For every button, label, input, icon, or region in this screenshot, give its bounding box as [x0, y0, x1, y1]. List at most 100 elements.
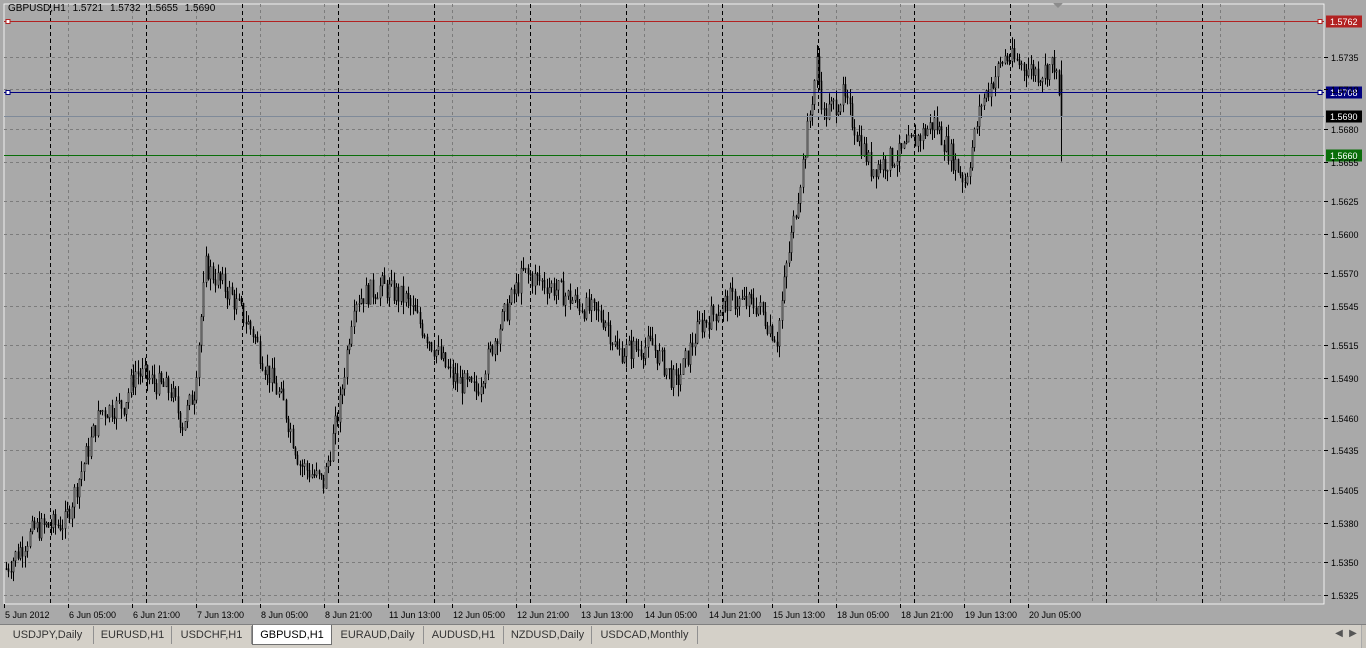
candle-body [1013, 48, 1016, 60]
candle-body [936, 117, 939, 131]
symbol-info: GBPUSD,H1 1.5721 1.5732 1.5655 1.5690 [8, 3, 219, 14]
candle-body [104, 410, 107, 417]
candle-body [303, 463, 306, 467]
candle-body [1048, 64, 1051, 80]
candle-body [501, 311, 504, 330]
candle-body [299, 463, 302, 466]
candle-body [151, 374, 154, 379]
time-tick-label: 8 Jun 21:00 [325, 610, 372, 620]
candle-body [705, 320, 708, 324]
candle-body [273, 367, 276, 384]
tab-euraud-daily[interactable]: EURAUD,Daily [332, 626, 424, 644]
resistance-line-handle-right[interactable] [1317, 19, 1323, 24]
candle-body [38, 521, 41, 539]
candle-body [130, 374, 133, 394]
candle-body [358, 303, 361, 305]
pivot-line-handle-right[interactable] [1317, 90, 1323, 95]
candle-body [170, 392, 173, 398]
tab-gbpusd-h1[interactable]: GBPUSD,H1 [252, 625, 332, 645]
candle-body [741, 298, 744, 300]
candle-body [480, 386, 483, 395]
candle-body [531, 274, 534, 287]
scroll-left-icon[interactable]: ◀ [1332, 628, 1346, 639]
candle-body [719, 312, 722, 316]
candle-body [355, 303, 358, 312]
candle-body [672, 369, 675, 388]
candle-body [1016, 58, 1019, 61]
candle-body [372, 279, 375, 298]
time-tick-label: 6 Jun 21:00 [133, 610, 180, 620]
candle-body [482, 383, 485, 388]
candle-body [177, 396, 180, 414]
candle-body [583, 311, 586, 319]
candle-body [548, 287, 551, 294]
candle-body [66, 509, 69, 512]
tab-usdchf-h1[interactable]: USDCHF,H1 [172, 626, 252, 644]
candle-body [278, 391, 281, 395]
candle-body [614, 341, 617, 346]
candle-body [510, 289, 513, 304]
candle-body [24, 550, 27, 557]
resistance-line-handle-left[interactable] [5, 19, 11, 24]
candle-body [181, 427, 184, 431]
candle-body [50, 527, 53, 529]
candle-body [762, 302, 765, 313]
candle-body [320, 473, 323, 476]
price-tick-label: 1.5680 [1331, 125, 1359, 135]
candle-body [999, 62, 1002, 64]
candle-body [694, 342, 697, 348]
candle-body [332, 433, 335, 462]
candle-body [240, 299, 243, 304]
time-tick-label: 12 Jun 21:00 [517, 610, 569, 620]
candle-body [628, 340, 631, 345]
candle-body [188, 394, 191, 406]
tab-eurusd-h1[interactable]: EURUSD,H1 [94, 626, 172, 644]
tab-usdcad-monthly[interactable]: USDCAD,Monthly [592, 626, 698, 644]
candle-body [348, 343, 351, 351]
price-tick-label: 1.5490 [1331, 374, 1359, 384]
candle-body [647, 335, 650, 348]
price-tick-label: 1.5600 [1331, 230, 1359, 240]
candle-body [715, 314, 718, 322]
candle-body [108, 405, 111, 418]
candle-body [397, 286, 400, 302]
candle-body [513, 289, 516, 295]
candle-body [437, 346, 440, 351]
candle-body [289, 428, 292, 433]
price-tick-label: 1.5625 [1331, 197, 1359, 207]
candle-body [959, 171, 962, 176]
candle-body [684, 350, 687, 360]
candle-body [379, 285, 382, 299]
candle-body [245, 322, 248, 325]
candle-body [428, 342, 431, 344]
candle-body [804, 156, 807, 160]
candle-body [489, 345, 492, 350]
scroll-right-icon[interactable]: ▶ [1346, 628, 1360, 639]
candle-body [365, 284, 368, 304]
chart-window[interactable]: 1.5762 1.5708 1.5690 1.5660 1.5735 1.5710 1.5… [0, 0, 1366, 624]
candle-body [52, 514, 55, 529]
tab-usdjpy-daily[interactable]: USDJPY,Daily [2, 626, 94, 644]
candle-body [433, 350, 436, 357]
candle-body [569, 290, 572, 304]
candle-body [343, 376, 346, 390]
tab-nzdusd-daily[interactable]: NZDUSD,Daily [504, 626, 592, 644]
pivot-line-handle-left[interactable] [5, 90, 11, 95]
candle-body [503, 303, 506, 312]
candle-body [374, 296, 377, 299]
candle-body [564, 295, 567, 306]
candle-body [811, 104, 814, 116]
candle-body [710, 305, 713, 330]
candle-body [141, 368, 144, 377]
candle-body [59, 524, 62, 531]
tab-audusd-h1[interactable]: AUDUSD,H1 [424, 626, 504, 644]
price-chart[interactable]: 1.57621.57081.56901.5660 1.57351.57101.5… [0, 0, 1366, 624]
candle-body [630, 340, 633, 359]
candle-body [1060, 74, 1063, 116]
time-tick-label: 15 Jun 13:00 [773, 610, 825, 620]
candle-body [92, 425, 95, 438]
candle-body [334, 415, 337, 434]
plot-area[interactable] [3, 3, 1325, 605]
candle-body [616, 341, 619, 349]
candle-body [184, 421, 187, 431]
